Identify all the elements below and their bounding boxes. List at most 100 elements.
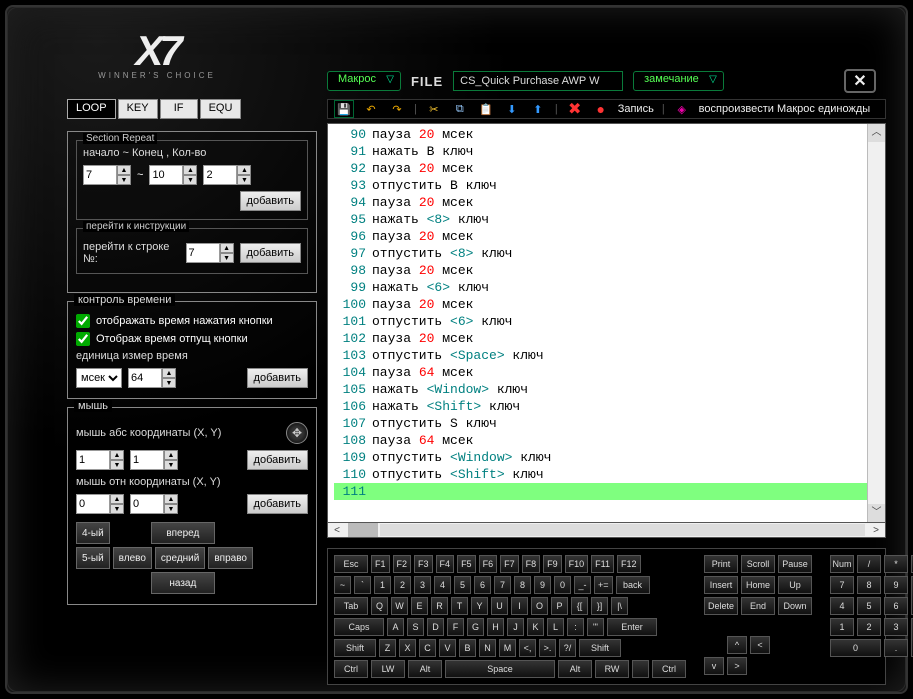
key-f4[interactable]: F4 xyxy=(436,555,455,573)
key-j[interactable]: J xyxy=(507,618,524,636)
cut-icon[interactable]: ✂ xyxy=(425,100,443,118)
record-icon[interactable]: ● xyxy=(592,100,610,118)
key-g[interactable]: G xyxy=(467,618,484,636)
repeat-end-input[interactable] xyxy=(149,165,183,185)
spin-down[interactable]: ▼ xyxy=(164,504,178,514)
key-1[interactable]: 1 xyxy=(830,618,854,636)
key-w[interactable]: W xyxy=(391,597,408,615)
repeat-count-input[interactable] xyxy=(203,165,237,185)
spin-down[interactable]: ▼ xyxy=(164,460,178,470)
repeat-start-input[interactable] xyxy=(83,165,117,185)
key-f10[interactable]: F10 xyxy=(565,555,589,573)
spin-up[interactable]: ▲ xyxy=(237,165,251,175)
key-9[interactable]: 9 xyxy=(884,576,908,594)
tab-equ[interactable]: EQU xyxy=(200,99,242,119)
spin-up[interactable]: ▲ xyxy=(220,243,234,253)
key-<[interactable]: < xyxy=(750,636,770,654)
key-f6[interactable]: F6 xyxy=(479,555,498,573)
key-pause[interactable]: Pause xyxy=(778,555,812,573)
key-alt[interactable]: Alt xyxy=(558,660,592,678)
key-*[interactable]: * xyxy=(884,555,908,573)
key-shift[interactable]: Shift xyxy=(334,639,376,657)
key-scroll[interactable]: Scroll xyxy=(741,555,775,573)
spin-up[interactable]: ▲ xyxy=(164,494,178,504)
key-ctrl[interactable]: Ctrl xyxy=(334,660,368,678)
key-9[interactable]: 9 xyxy=(534,576,551,594)
key-"'[interactable]: "' xyxy=(587,618,604,636)
scroll-up-icon[interactable]: ︿ xyxy=(868,124,885,142)
key-0[interactable]: 0 xyxy=(830,639,881,657)
key-t[interactable]: T xyxy=(451,597,468,615)
abs-add-button[interactable]: добавить xyxy=(247,450,308,470)
spin-up[interactable]: ▲ xyxy=(110,494,124,504)
key-caps[interactable]: Caps xyxy=(334,618,384,636)
unit-value-input[interactable] xyxy=(128,368,162,388)
key-f12[interactable]: F12 xyxy=(617,555,641,573)
key-8[interactable]: 8 xyxy=(857,576,881,594)
key-|\[interactable]: |\ xyxy=(611,597,628,615)
key-d[interactable]: D xyxy=(427,618,444,636)
key-x[interactable]: X xyxy=(399,639,416,657)
key-home[interactable]: Home xyxy=(741,576,775,594)
key-2[interactable]: 2 xyxy=(857,618,881,636)
key-k[interactable]: K xyxy=(527,618,544,636)
mouse-btn-right[interactable]: вправо xyxy=(208,547,253,569)
key-7[interactable]: 7 xyxy=(494,576,511,594)
key-tab[interactable]: Tab xyxy=(334,597,368,615)
playback-icon[interactable]: ◈ xyxy=(673,100,691,118)
key-3[interactable]: 3 xyxy=(884,618,908,636)
mouse-btn-4[interactable]: 4-ый xyxy=(76,522,110,544)
macro-dropdown[interactable]: Макрос xyxy=(327,71,401,91)
key-alt[interactable]: Alt xyxy=(408,660,442,678)
unit-select[interactable]: мсек xyxy=(76,368,122,388)
mouse-btn-left[interactable]: влево xyxy=(113,547,152,569)
repeat-add-button[interactable]: добавить xyxy=(240,191,301,211)
key-{[[interactable]: {[ xyxy=(571,597,588,615)
key-5[interactable]: 5 xyxy=(857,597,881,615)
key-o[interactable]: O xyxy=(531,597,548,615)
key-r[interactable]: R xyxy=(431,597,448,615)
key-num[interactable]: Num xyxy=(830,555,854,573)
spin-up[interactable]: ▲ xyxy=(164,450,178,460)
goto-line-input[interactable] xyxy=(186,243,220,263)
abs-y-input[interactable] xyxy=(130,450,164,470)
key-l[interactable]: L xyxy=(547,618,564,636)
key-n[interactable]: N xyxy=(479,639,496,657)
down-icon[interactable]: ⬇ xyxy=(503,100,521,118)
spin-down[interactable]: ▼ xyxy=(110,460,124,470)
key-b[interactable]: B xyxy=(459,639,476,657)
hscroll-track[interactable] xyxy=(380,524,865,536)
key-:[interactable]: : xyxy=(567,618,584,636)
key-lw[interactable]: LW xyxy=(371,660,405,678)
key-0[interactable]: 0 xyxy=(554,576,571,594)
show-release-time-checkbox[interactable] xyxy=(76,332,90,346)
vertical-scrollbar[interactable]: ︿ ﹀ xyxy=(867,124,885,522)
spin-up[interactable]: ▲ xyxy=(162,368,176,378)
key-?/[interactable]: ?/ xyxy=(559,639,576,657)
key-2[interactable]: 2 xyxy=(394,576,411,594)
mouse-btn-fwd[interactable]: вперед xyxy=(151,522,215,544)
key-3[interactable]: 3 xyxy=(414,576,431,594)
tab-key[interactable]: KEY xyxy=(118,99,158,119)
scroll-left-icon[interactable]: < xyxy=(328,525,346,536)
time-add-button[interactable]: добавить xyxy=(247,368,308,388)
rel-x-input[interactable] xyxy=(76,494,110,514)
tab-loop[interactable]: LOOP xyxy=(67,99,116,119)
key-rw[interactable]: RW xyxy=(595,660,629,678)
key-y[interactable]: Y xyxy=(471,597,488,615)
key-v[interactable]: V xyxy=(439,639,456,657)
key-f8[interactable]: F8 xyxy=(522,555,541,573)
copy-icon[interactable]: ⧉ xyxy=(451,100,469,118)
key-f7[interactable]: F7 xyxy=(500,555,519,573)
key-5[interactable]: 5 xyxy=(454,576,471,594)
scroll-down-icon[interactable]: ﹀ xyxy=(868,504,885,522)
key-q[interactable]: Q xyxy=(371,597,388,615)
key->[interactable]: > xyxy=(727,657,747,675)
key-shift[interactable]: Shift xyxy=(579,639,621,657)
crosshair-icon[interactable]: ✥ xyxy=(286,422,308,444)
key-f5[interactable]: F5 xyxy=(457,555,476,573)
rel-y-input[interactable] xyxy=(130,494,164,514)
key-f1[interactable]: F1 xyxy=(371,555,390,573)
key-+=[interactable]: += xyxy=(594,576,613,594)
key-c[interactable]: C xyxy=(419,639,436,657)
